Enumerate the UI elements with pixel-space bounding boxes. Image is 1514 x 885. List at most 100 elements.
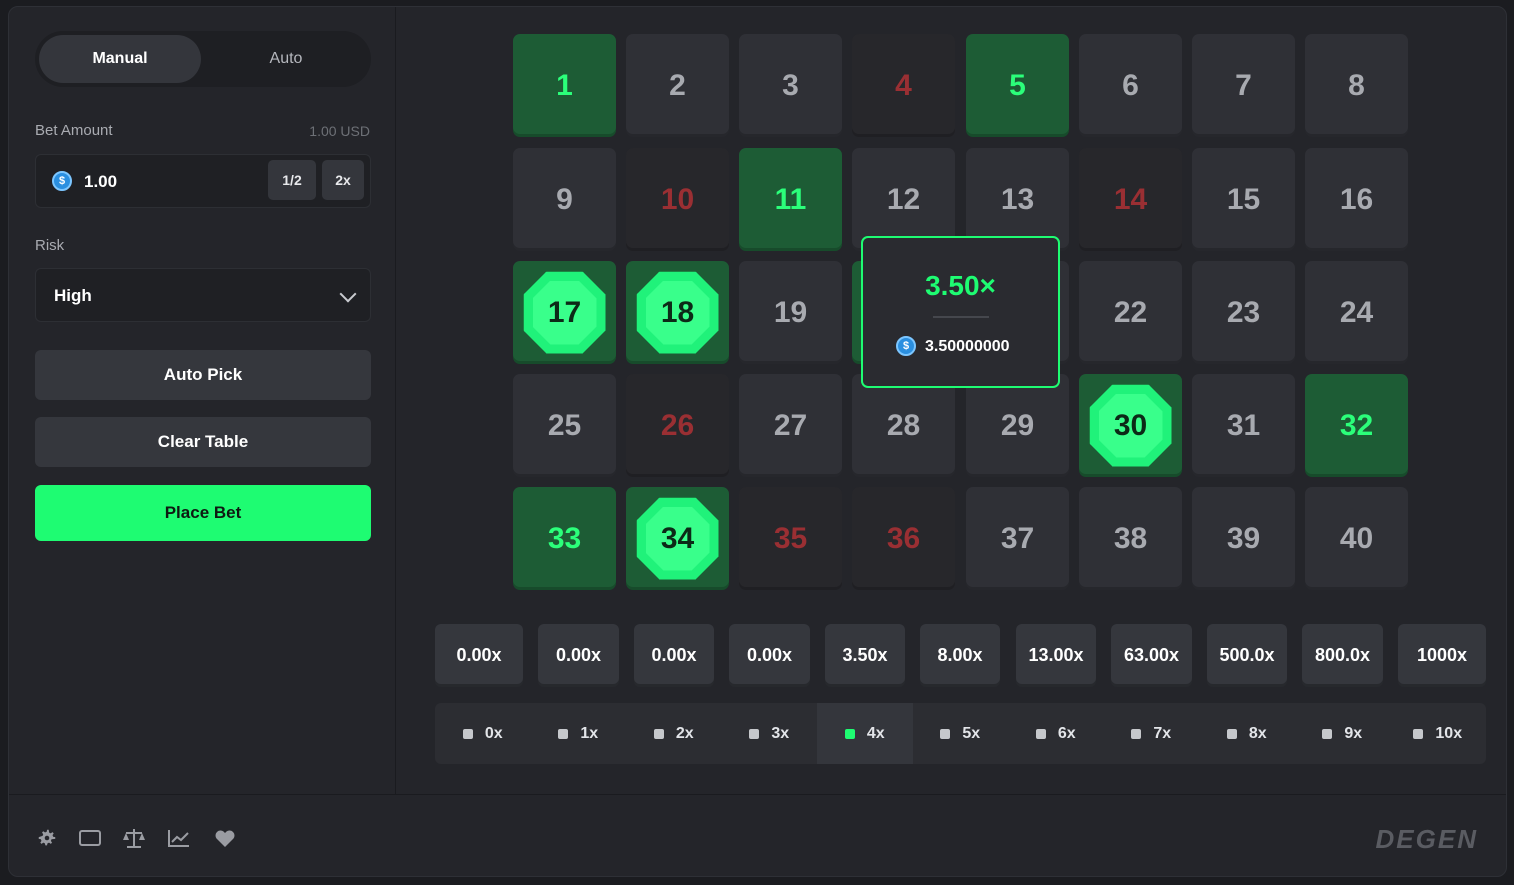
- hits-option[interactable]: 4x: [817, 703, 913, 764]
- tile-28[interactable]: 28: [852, 374, 955, 477]
- tile-number: 2: [669, 68, 686, 102]
- hits-option[interactable]: 1x: [531, 703, 627, 764]
- tile-24[interactable]: 24: [1305, 261, 1408, 364]
- tile-2[interactable]: 2: [626, 34, 729, 137]
- favorite-icon[interactable]: [212, 825, 238, 851]
- tile-38[interactable]: 38: [1079, 487, 1182, 590]
- tile-10[interactable]: 10: [626, 148, 729, 251]
- tile-4[interactable]: 4: [852, 34, 955, 137]
- tile-5[interactable]: 5: [966, 34, 1069, 137]
- tile-1[interactable]: 1: [513, 34, 616, 137]
- tile-number: 35: [773, 521, 808, 555]
- tile-7[interactable]: 7: [1192, 34, 1295, 137]
- tile-15[interactable]: 15: [1192, 148, 1295, 251]
- bet-amount-input[interactable]: $ 1.00 1/2 2x: [35, 154, 371, 208]
- hits-label: 8x: [1248, 724, 1267, 742]
- tile-11[interactable]: 11: [739, 148, 842, 251]
- tile-27[interactable]: 27: [739, 374, 842, 477]
- settings-icon[interactable]: [34, 825, 60, 851]
- tile-34[interactable]: 34: [626, 487, 729, 590]
- tile-26[interactable]: 26: [626, 374, 729, 477]
- tile-9[interactable]: 9: [513, 148, 616, 251]
- tile-22[interactable]: 22: [1079, 261, 1182, 364]
- tile-39[interactable]: 39: [1192, 487, 1295, 590]
- tile-number: 30: [1113, 408, 1148, 442]
- tile-number: 31: [1226, 408, 1261, 442]
- tile-29[interactable]: 29: [966, 374, 1069, 477]
- bet-usd-value: 1.00 USD: [309, 123, 370, 139]
- tile-25[interactable]: 25: [513, 374, 616, 477]
- risk-select[interactable]: High: [35, 268, 371, 322]
- tile-30[interactable]: 30: [1079, 374, 1182, 477]
- payout-cell: 800.0x: [1302, 624, 1383, 687]
- tile-number: 4: [895, 68, 912, 102]
- hits-option[interactable]: 2x: [626, 703, 722, 764]
- mode-toggle: Manual Auto: [35, 31, 371, 87]
- tile-16[interactable]: 16: [1305, 148, 1408, 251]
- tile-23[interactable]: 23: [1192, 261, 1295, 364]
- hits-option[interactable]: 8x: [1199, 703, 1295, 764]
- half-bet-button[interactable]: 1/2: [268, 160, 316, 200]
- hits-option[interactable]: 3x: [722, 703, 818, 764]
- game-board: 1234567891011121314151617181920212223242…: [397, 7, 1506, 794]
- hits-option[interactable]: 10x: [1390, 703, 1486, 764]
- tile-32[interactable]: 32: [1305, 374, 1408, 477]
- tile-number: 13: [1000, 182, 1035, 216]
- tile-35[interactable]: 35: [739, 487, 842, 590]
- place-bet-button[interactable]: Place Bet: [35, 485, 371, 541]
- tile-17[interactable]: 17: [513, 261, 616, 364]
- hits-option[interactable]: 0x: [435, 703, 531, 764]
- hits-option[interactable]: 6x: [1008, 703, 1104, 764]
- tile-8[interactable]: 8: [1305, 34, 1408, 137]
- coin-icon: $: [52, 171, 72, 191]
- popup-divider: [933, 316, 989, 318]
- double-bet-button[interactable]: 2x: [322, 160, 364, 200]
- bet-amount-value[interactable]: 1.00: [84, 172, 117, 192]
- manual-tab[interactable]: Manual: [39, 35, 201, 83]
- auto-tab[interactable]: Auto: [205, 35, 367, 83]
- tile-18[interactable]: 18: [626, 261, 729, 364]
- tile-37[interactable]: 37: [966, 487, 1069, 590]
- payout-cell: 0.00x: [435, 624, 523, 687]
- hits-label: 9x: [1344, 724, 1363, 742]
- tile-14[interactable]: 14: [1079, 148, 1182, 251]
- fairness-icon[interactable]: [121, 825, 147, 851]
- tile-36[interactable]: 36: [852, 487, 955, 590]
- tile-number: 29: [1000, 408, 1035, 442]
- tile-33[interactable]: 33: [513, 487, 616, 590]
- payout-cell: 0.00x: [538, 624, 619, 687]
- payout-cell: 63.00x: [1111, 624, 1192, 687]
- clear-table-button[interactable]: Clear Table: [35, 417, 371, 467]
- tile-number: 38: [1113, 521, 1148, 555]
- tile-19[interactable]: 19: [739, 261, 842, 364]
- tile-number: 17: [547, 295, 582, 329]
- stats-icon[interactable]: [166, 825, 192, 851]
- hit-indicator-icon: [749, 728, 760, 739]
- tile-number: 18: [660, 295, 695, 329]
- tile-number: 24: [1339, 295, 1374, 329]
- tile-31[interactable]: 31: [1192, 374, 1295, 477]
- game-window: Manual Auto Bet Amount 1.00 USD $ 1.00 1…: [8, 6, 1507, 877]
- tile-number: 12: [886, 182, 921, 216]
- hits-option[interactable]: 7x: [1104, 703, 1200, 764]
- tile-6[interactable]: 6: [1079, 34, 1182, 137]
- gem-icon: 30: [1089, 384, 1172, 467]
- tile-number: 40: [1339, 521, 1374, 555]
- hits-label: 3x: [771, 724, 790, 742]
- tile-number: 23: [1226, 295, 1261, 329]
- payout-cell: 500.0x: [1207, 624, 1287, 687]
- tile-number: 3: [782, 68, 799, 102]
- tile-number: 28: [886, 408, 921, 442]
- fullscreen-icon[interactable]: [77, 825, 103, 851]
- hits-option[interactable]: 5x: [913, 703, 1009, 764]
- hit-indicator-icon: [1413, 728, 1424, 739]
- tile-number: 1: [556, 68, 573, 102]
- tile-number: 22: [1113, 295, 1148, 329]
- gem-icon: 17: [523, 271, 606, 354]
- payout-cell: 1000x: [1398, 624, 1486, 687]
- hits-label: 2x: [675, 724, 694, 742]
- tile-3[interactable]: 3: [739, 34, 842, 137]
- auto-pick-button[interactable]: Auto Pick: [35, 350, 371, 400]
- tile-40[interactable]: 40: [1305, 487, 1408, 590]
- hits-option[interactable]: 9x: [1295, 703, 1391, 764]
